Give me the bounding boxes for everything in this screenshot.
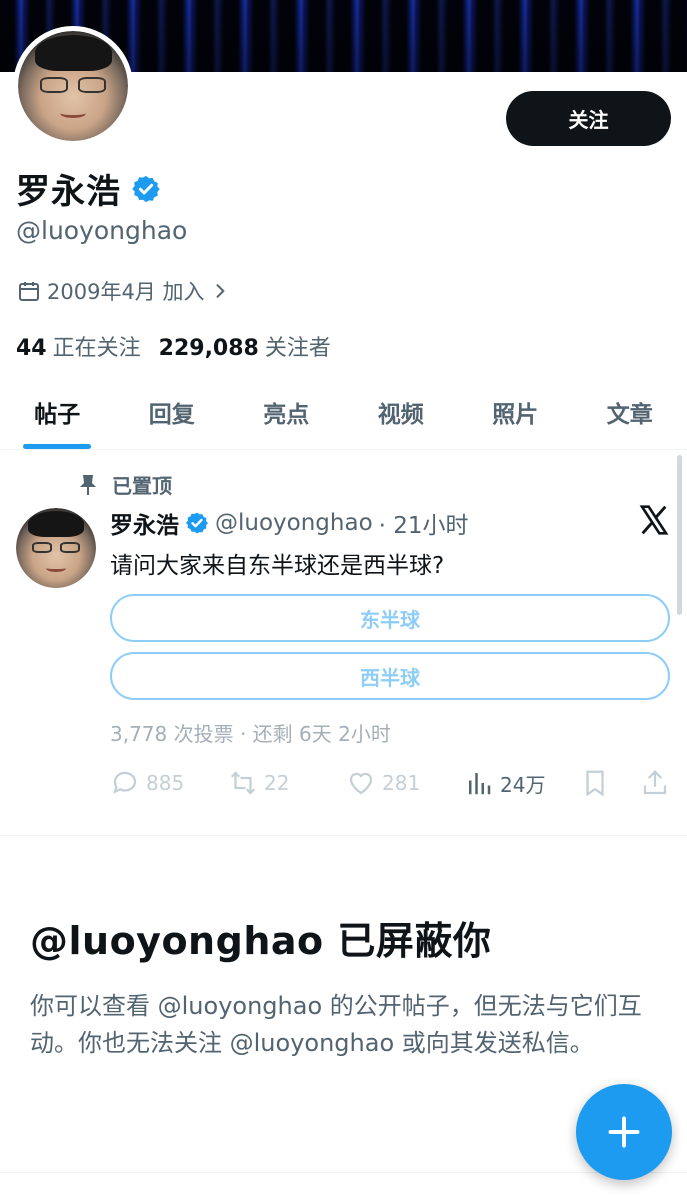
section-divider — [0, 835, 687, 836]
verified-badge-icon — [132, 175, 160, 202]
joined-date[interactable]: 2009年4月 加入 — [17, 276, 230, 306]
reply-icon — [113, 771, 137, 794]
chevron-right-icon — [216, 284, 226, 298]
view-count: 24万 — [500, 772, 546, 797]
blocked-description: 你可以查看 @luoyonghao 的公开帖子，但无法与它们互动。你也无法关注 … — [30, 992, 642, 1057]
views-icon — [469, 773, 491, 795]
bottom-divider — [0, 1172, 687, 1173]
post-text: 请问大家来自东半球还是西半球? — [110, 553, 445, 579]
repost-icon — [230, 771, 256, 795]
repost-count: 22 — [264, 771, 290, 795]
scrollbar[interactable] — [677, 455, 682, 615]
profile-handle: @luoyonghao — [16, 216, 188, 245]
poll-option-west[interactable]: 西半球 — [110, 652, 670, 700]
like-count: 281 — [382, 771, 421, 795]
following-label: 正在关注 — [52, 336, 141, 361]
profile-tabs: 帖子 回复 亮点 视频 照片 文章 — [0, 375, 687, 450]
tab-photos[interactable]: 照片 — [458, 375, 573, 449]
repost-button[interactable]: 22 — [228, 768, 289, 798]
share-button[interactable] — [640, 768, 670, 798]
post-actions: 885 22 281 24万 — [110, 768, 670, 808]
followers-stat[interactable]: 229,088 关注者 — [159, 330, 331, 362]
x-logo-icon — [639, 505, 669, 535]
pinned-indicator: 已置顶 — [78, 470, 172, 499]
verified-badge-icon — [186, 512, 208, 534]
tab-highlights[interactable]: 亮点 — [229, 375, 344, 449]
profile-name: 罗永浩 — [16, 172, 121, 212]
profile-avatar[interactable] — [13, 26, 133, 146]
poll-option-east[interactable]: 东半球 — [110, 594, 670, 642]
bookmark-icon — [586, 770, 604, 797]
tab-articles[interactable]: 文章 — [573, 375, 687, 449]
following-count: 44 — [16, 336, 47, 361]
share-icon — [643, 770, 667, 795]
post-author-handle[interactable]: @luoyonghao — [215, 510, 373, 536]
post-author-name[interactable]: 罗永浩 — [110, 506, 179, 540]
profile-name-row: 罗永浩 — [16, 164, 161, 213]
post-time[interactable]: · 21小时 — [379, 506, 469, 540]
followers-count: 229,088 — [158, 336, 259, 361]
blocked-title: @luoyonghao 已屏蔽你 — [30, 919, 492, 963]
reply-button[interactable]: 885 — [110, 768, 184, 798]
tab-videos[interactable]: 视频 — [344, 375, 459, 449]
bookmark-button[interactable] — [580, 768, 610, 798]
plus-icon — [608, 1116, 640, 1148]
like-icon — [349, 772, 373, 795]
views-button[interactable]: 24万 — [464, 768, 545, 798]
compose-post-button[interactable] — [576, 1084, 672, 1180]
following-stat[interactable]: 44 正在关注 — [16, 330, 141, 362]
pinned-label: 已置顶 — [112, 474, 172, 498]
like-button[interactable]: 281 — [346, 768, 420, 798]
reply-count: 885 — [146, 771, 185, 795]
follow-button[interactable]: 关注 — [506, 91, 671, 146]
followers-label: 关注者 — [264, 336, 331, 361]
calendar-icon — [19, 282, 39, 301]
joined-text: 2009年4月 加入 — [47, 280, 205, 304]
post-author-avatar[interactable] — [16, 508, 96, 588]
poll-meta: 3,778 次投票 · 还剩 6天 2小时 — [110, 722, 391, 746]
post-header: 罗永浩 @luoyonghao · 21小时 — [110, 506, 469, 540]
pin-icon — [80, 474, 96, 495]
tab-posts[interactable]: 帖子 — [0, 375, 115, 449]
follow-stats: 44 正在关注 229,088 关注者 — [16, 330, 331, 362]
tab-replies[interactable]: 回复 — [115, 375, 230, 449]
